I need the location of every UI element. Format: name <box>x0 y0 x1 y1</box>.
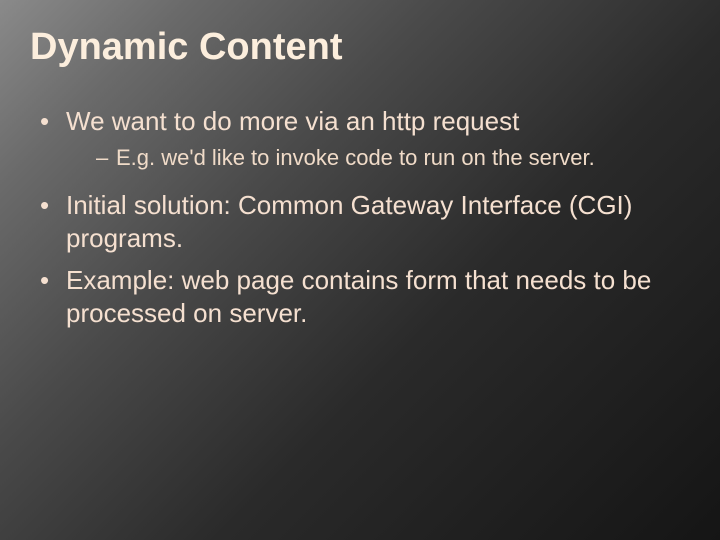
sub-bullet-item: E.g. we'd like to invoke code to run on … <box>96 144 690 172</box>
sub-bullet-text: E.g. we'd like to invoke code to run on … <box>116 145 595 170</box>
bullet-item: We want to do more via an http request E… <box>40 105 690 179</box>
bullet-item: Example: web page contains form that nee… <box>40 264 690 329</box>
bullet-text: Example: web page contains form that nee… <box>66 265 651 328</box>
slide-title: Dynamic Content <box>30 26 690 69</box>
bullet-text: We want to do more via an http request <box>66 106 519 136</box>
bullet-item: Initial solution: Common Gateway Interfa… <box>40 189 690 254</box>
slide: Dynamic Content We want to do more via a… <box>0 0 720 359</box>
bullet-list: We want to do more via an http request E… <box>30 105 690 329</box>
sub-bullet-list: E.g. we'd like to invoke code to run on … <box>66 138 690 180</box>
bullet-text: Initial solution: Common Gateway Interfa… <box>66 190 632 253</box>
